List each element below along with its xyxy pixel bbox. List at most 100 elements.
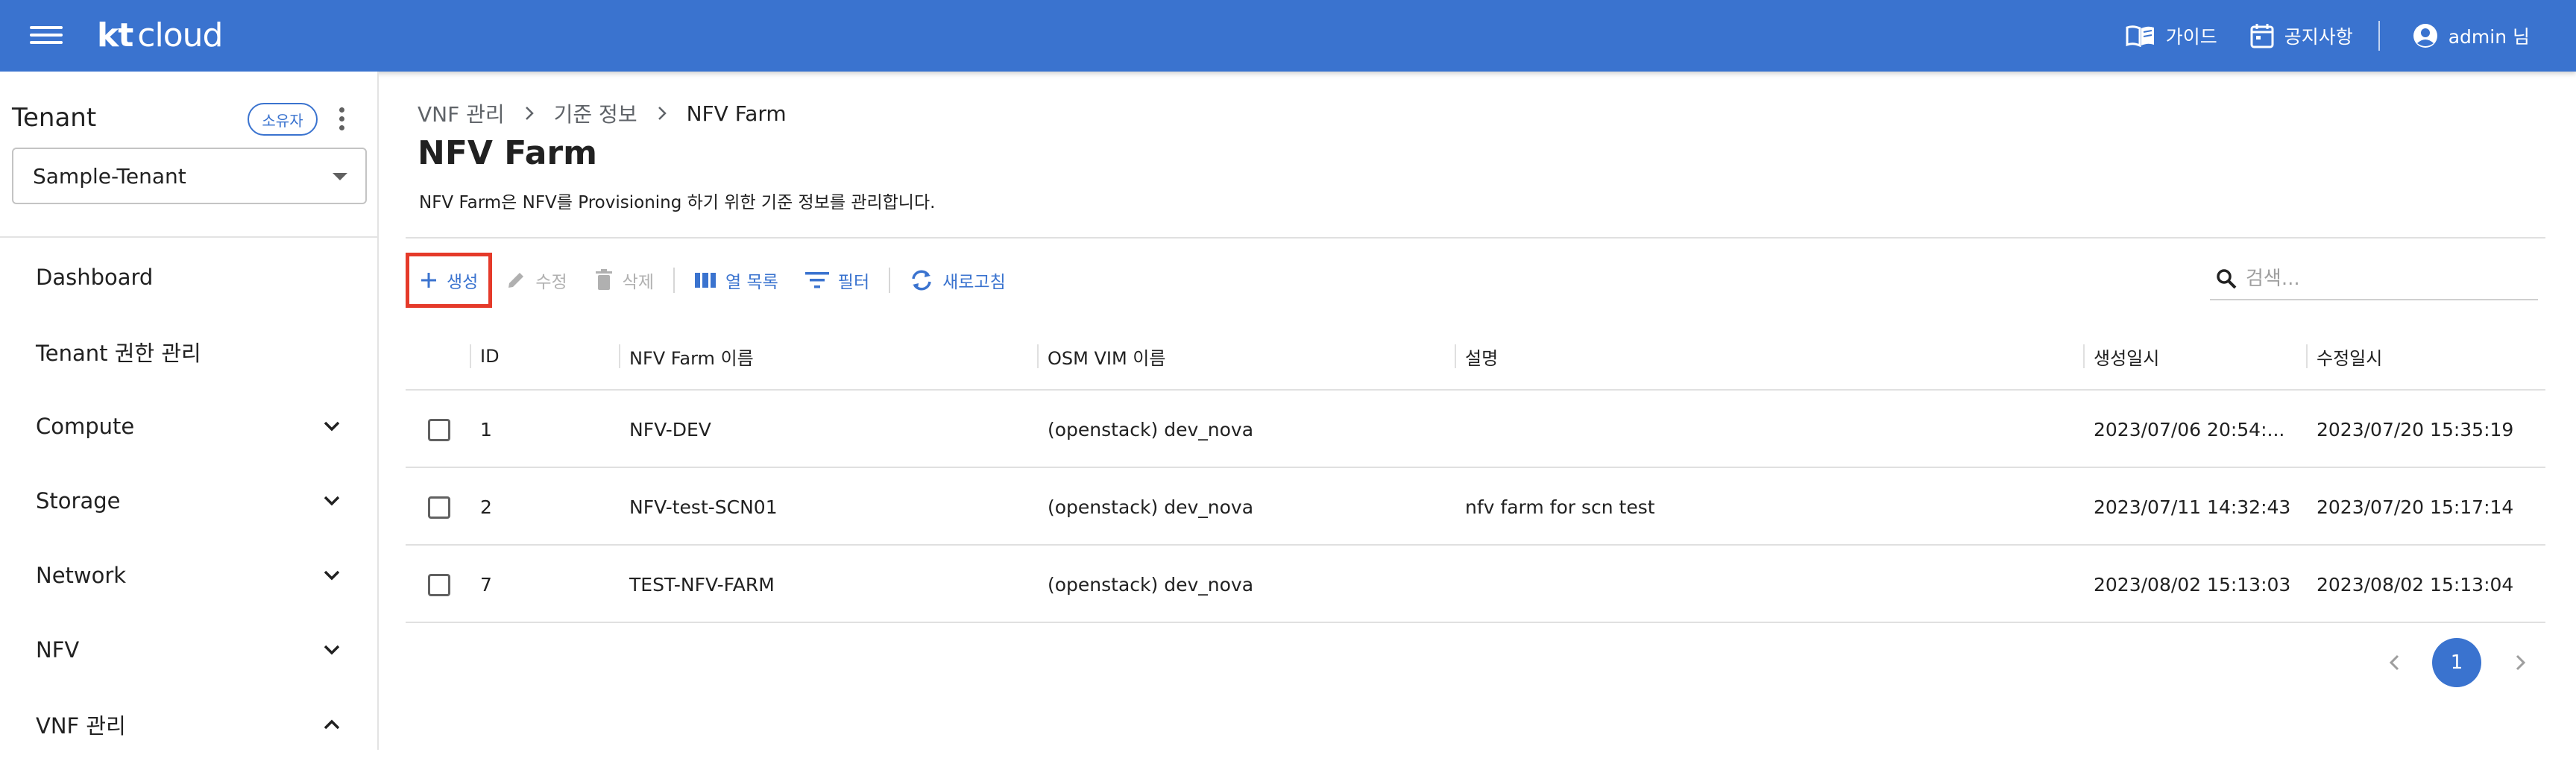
table-row[interactable]: 2 NFV-test-SCN01 (openstack) dev_nova nf…	[406, 468, 2545, 546]
chevron-right-icon[interactable]	[2510, 652, 2531, 673]
search-field[interactable]	[2210, 259, 2538, 300]
column-header-vim-name[interactable]: OSM VIM 이름	[1037, 322, 1165, 391]
sidebar-item-nfv[interactable]: NFV	[0, 616, 377, 683]
cell-farm-name: NFV-test-SCN01	[629, 496, 778, 518]
sidebar-item-dashboard[interactable]: Dashboard	[0, 244, 377, 311]
delete-icon	[595, 269, 612, 290]
table-header: ID NFV Farm 이름 OSM VIM 이름 설명 생성일시 수정일시	[406, 322, 2545, 391]
chevron-right-icon	[525, 107, 534, 120]
row-checkbox[interactable]	[428, 419, 450, 441]
user-label: admin 님	[2448, 26, 2530, 48]
cell-id: 7	[480, 573, 492, 596]
cell-vim-name: (openstack) dev_nova	[1048, 418, 1254, 440]
page-button-current[interactable]: 1	[2432, 638, 2481, 687]
sidebar-item-tenant-permission[interactable]: Tenant 권한 관리	[0, 318, 377, 385]
filter-button[interactable]: 필터	[792, 253, 883, 308]
cell-created: 2023/07/11 14:32:43	[2094, 496, 2291, 518]
guide-link[interactable]: 가이드	[2126, 22, 2217, 49]
column-header-id[interactable]: ID	[470, 322, 500, 391]
chevron-up-icon	[324, 719, 340, 730]
edit-button[interactable]: 수정	[492, 253, 580, 308]
toolbar-divider	[889, 268, 891, 293]
view-column-icon	[694, 273, 716, 288]
notice-link[interactable]: 공지사항	[2250, 22, 2353, 49]
sidebar-item-label: VNF 관리	[36, 713, 126, 739]
header-divider	[2378, 21, 2380, 51]
user-menu[interactable]: admin 님	[2413, 22, 2530, 49]
edit-icon	[508, 273, 524, 288]
delete-button[interactable]: 삭제	[581, 253, 667, 308]
cell-id: 2	[480, 496, 492, 518]
column-header-updated[interactable]: 수정일시	[2306, 322, 2382, 391]
breadcrumb-item[interactable]: 기준 정보	[554, 98, 637, 128]
row-checkbox[interactable]	[428, 496, 450, 519]
more-vert-icon[interactable]	[334, 107, 349, 134]
calendar-icon	[2250, 23, 2274, 48]
tenant-title: Tenant	[12, 103, 97, 133]
cell-id: 1	[480, 418, 492, 440]
chevron-right-icon	[658, 107, 667, 120]
create-button[interactable]: 생성	[406, 253, 493, 308]
breadcrumb-item[interactable]: VNF 관리	[418, 98, 505, 128]
columns-button[interactable]: 열 목록	[681, 253, 792, 308]
refresh-button[interactable]: 새로고침	[896, 253, 1019, 308]
sidebar-divider	[0, 236, 377, 238]
toolbar-divider	[673, 268, 675, 293]
add-icon	[421, 273, 436, 288]
cell-created: 2023/08/02 15:13:03	[2094, 573, 2291, 596]
chevron-left-icon[interactable]	[2384, 652, 2405, 673]
column-header-farm-name[interactable]: NFV Farm 이름	[619, 322, 754, 391]
column-header-created[interactable]: 생성일시	[2083, 322, 2159, 391]
create-label: 생성	[447, 273, 479, 292]
cell-description: nfv farm for scn test	[1465, 496, 1655, 518]
delete-label: 삭제	[622, 273, 654, 292]
dropdown-arrow-icon	[333, 173, 347, 180]
chevron-down-icon	[324, 570, 340, 581]
chevron-down-icon	[324, 421, 340, 432]
search-icon	[2217, 269, 2237, 289]
sidebar-item-label: Compute	[36, 414, 135, 439]
breadcrumb: VNF 관리 기준 정보 NFV Farm	[418, 98, 787, 128]
search-input[interactable]	[2246, 268, 2514, 290]
kt-cloud-logo[interactable]: kt cloud	[97, 16, 223, 54]
columns-label: 열 목록	[725, 273, 778, 292]
book-icon	[2126, 25, 2155, 47]
cell-farm-name: NFV-DEV	[629, 418, 711, 440]
row-checkbox[interactable]	[428, 574, 450, 596]
notice-label: 공지사항	[2284, 26, 2353, 48]
owner-badge: 소유자	[248, 103, 318, 136]
cell-updated: 2023/07/20 15:35:19	[2317, 418, 2514, 440]
menu-icon[interactable]	[30, 22, 63, 49]
top-app-bar: kt cloud 가이드 공지사항 admin 님	[0, 0, 2576, 72]
page-description: NFV Farm은 NFV를 Provisioning 하기 위한 기준 정보를…	[419, 193, 936, 212]
sidebar-item-network[interactable]: Network	[0, 542, 377, 609]
column-header-description[interactable]: 설명	[1455, 322, 1498, 391]
filter-label: 필터	[837, 273, 870, 292]
tenant-select-value: Sample-Tenant	[33, 163, 186, 189]
content-divider	[406, 237, 2545, 239]
sidebar-item-label: NFV	[36, 637, 80, 663]
sidebar-item-label: Dashboard	[36, 265, 154, 290]
table-toolbar: 생성 수정 삭제 열 목록 필터 새로고침	[406, 253, 1019, 308]
cell-vim-name: (openstack) dev_nova	[1048, 573, 1254, 596]
cell-updated: 2023/07/20 15:17:14	[2317, 496, 2514, 518]
table-row[interactable]: 1 NFV-DEV (openstack) dev_nova 2023/07/0…	[406, 391, 2545, 468]
sidebar-item-vnf-management[interactable]: VNF 관리	[0, 691, 377, 758]
table-row[interactable]: 7 TEST-NFV-FARM (openstack) dev_nova 202…	[406, 546, 2545, 623]
sidebar-item-label: Tenant 권한 관리	[36, 341, 201, 366]
sidebar-item-compute[interactable]: Compute	[0, 393, 377, 460]
cell-farm-name: TEST-NFV-FARM	[629, 573, 775, 596]
chevron-down-icon	[324, 496, 340, 506]
sidebar-item-label: Network	[36, 563, 127, 588]
sidebar: Tenant 소유자 Sample-Tenant Dashboard Tenan…	[0, 72, 379, 750]
filter-list-icon	[804, 272, 829, 288]
guide-label: 가이드	[2165, 26, 2217, 48]
page-title: NFV Farm	[418, 134, 597, 172]
breadcrumb-current: NFV Farm	[686, 101, 787, 126]
sidebar-item-storage[interactable]: Storage	[0, 467, 377, 534]
cell-created: 2023/07/06 20:54:...	[2094, 418, 2285, 440]
tenant-select[interactable]: Sample-Tenant	[12, 148, 367, 204]
refresh-label: 새로고침	[942, 273, 1006, 292]
account-circle-icon	[2413, 23, 2438, 48]
cell-vim-name: (openstack) dev_nova	[1048, 496, 1254, 518]
